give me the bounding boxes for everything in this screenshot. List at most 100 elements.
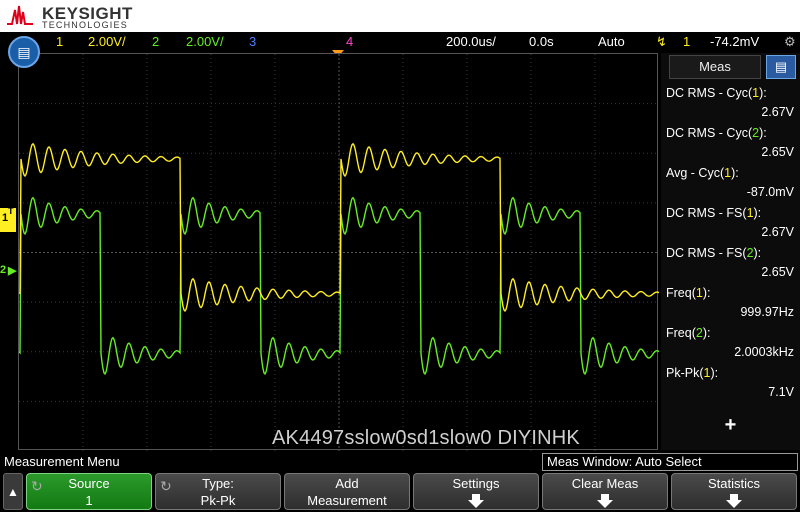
trigger-mode[interactable]: Auto xyxy=(598,34,625,49)
delay[interactable]: 0.0s xyxy=(529,34,554,49)
submenu-arrow-icon xyxy=(597,494,613,508)
meas-label: Freq( xyxy=(666,326,696,340)
meas-label-close: ): xyxy=(702,326,711,340)
trigger-edge-icon: ↯ xyxy=(656,34,667,49)
ch4-number[interactable]: 4 xyxy=(346,34,353,49)
meas-label: DC RMS - FS( xyxy=(666,246,747,260)
ch1-scale[interactable]: 2.00V/ xyxy=(88,34,126,49)
meas-label: DC RMS - Cyc( xyxy=(666,86,753,100)
meas-item[interactable]: Pk-Pk(1): 7.1V xyxy=(661,363,800,403)
ch1-number[interactable]: 1 xyxy=(56,34,63,49)
back-button[interactable]: ▲ xyxy=(3,473,23,510)
meas-name: DC RMS - FS(2): xyxy=(666,246,761,260)
meas-label: Pk-Pk( xyxy=(666,366,704,380)
softkey-value: 1 xyxy=(85,493,93,508)
meas-name: Pk-Pk(1): xyxy=(666,366,718,380)
menu-icon: ▤ xyxy=(17,43,31,60)
meas-name: DC RMS - FS(1): xyxy=(666,206,761,220)
header-bar: KEYSIGHT TECHNOLOGIES xyxy=(0,0,800,32)
meas-label: DC RMS - FS( xyxy=(666,206,747,220)
meas-label-close: ): xyxy=(702,286,711,300)
trigger-level[interactable]: -74.2mV xyxy=(710,34,759,49)
meas-value: -87.0mV xyxy=(746,185,794,199)
meas-source: 2 xyxy=(695,326,703,340)
softkey-value: Pk-Pk xyxy=(200,493,236,508)
softkey-label: Source xyxy=(68,476,110,491)
softkey-label: Clear Meas xyxy=(571,476,639,491)
meas-source: 1 xyxy=(746,206,754,220)
timebase[interactable]: 200.0us/ xyxy=(446,34,496,49)
meas-label-close: ): xyxy=(759,86,767,100)
softkey-clear-meas[interactable]: Clear Meas xyxy=(542,473,668,510)
meas-value: 2.0003kHz xyxy=(734,345,794,359)
softkey-label: Settings xyxy=(452,476,500,491)
softkey-add-measurement[interactable]: Add Measurement xyxy=(284,473,410,510)
ch2-ground-marker[interactable]: 2 ▶ xyxy=(0,262,16,280)
ch2-arrow-icon: ▶ xyxy=(8,265,17,277)
softkey-type[interactable]: ↻ Type: Pk-Pk xyxy=(155,473,281,510)
meas-item[interactable]: Freq(2): 2.0003kHz xyxy=(661,323,800,363)
meas-tab[interactable]: Meas xyxy=(669,55,761,79)
meas-label-close: ): xyxy=(731,166,739,180)
brand-sub: TECHNOLOGIES xyxy=(42,20,128,30)
meas-item[interactable]: DC RMS - Cyc(1): 2.67V xyxy=(661,83,800,123)
ch1-ground-marker[interactable]: 1 T xyxy=(0,206,16,232)
meas-tab-bar: Meas ▤ xyxy=(661,53,800,81)
meas-value: 2.67V xyxy=(761,105,794,119)
trigger-source[interactable]: 1 xyxy=(683,34,690,49)
meas-label-close: ): xyxy=(710,366,719,380)
meas-name: DC RMS - Cyc(2): xyxy=(666,126,767,140)
softkey-value: Measurement xyxy=(307,493,387,508)
meas-item[interactable]: DC RMS - Cyc(2): 2.65V xyxy=(661,123,800,163)
softkey-label: Add xyxy=(335,476,359,491)
meas-item[interactable]: Freq(1): 999.97Hz xyxy=(661,283,800,323)
meas-label-close: ): xyxy=(753,246,762,260)
meas-value: 2.67V xyxy=(761,225,794,239)
meas-item[interactable]: DC RMS - FS(2): 2.65V xyxy=(661,243,800,283)
meas-name: Avg - Cyc(1): xyxy=(666,166,739,180)
keysight-wave-icon xyxy=(7,5,33,25)
meas-value: 2.65V xyxy=(761,145,794,159)
softkey-source[interactable]: ↻ Source 1 xyxy=(26,473,152,510)
softkey-settings[interactable]: Settings xyxy=(413,473,539,510)
meas-name: Freq(2): xyxy=(666,326,710,340)
watermark-text: AK4497sslow0sd1slow0 DIYINHK xyxy=(272,427,580,449)
meas-item[interactable]: Avg - Cyc(1): -87.0mV xyxy=(661,163,800,203)
trigger-level-label: T xyxy=(8,206,14,216)
meas-source: 1 xyxy=(695,286,703,300)
graticule-svg xyxy=(19,54,659,451)
meas-label-close: ): xyxy=(753,206,762,220)
softkey-label: Statistics xyxy=(707,476,760,491)
menu-title: Measurement Menu xyxy=(4,454,120,469)
meas-window-select[interactable]: Meas Window: Auto Select xyxy=(542,453,798,471)
softkey-statistics[interactable]: Statistics xyxy=(671,473,797,510)
submenu-arrow-icon xyxy=(726,494,742,508)
submenu-arrow-icon xyxy=(468,494,484,508)
meas-label: Avg - Cyc( xyxy=(666,166,725,180)
main-menu-button[interactable]: ▤ xyxy=(8,36,40,68)
panel-toggle-icon[interactable]: ▤ xyxy=(766,55,796,79)
meas-value: 2.65V xyxy=(761,265,794,279)
meas-item[interactable]: DC RMS - FS(1): 2.67V xyxy=(661,203,800,243)
keysight-logo: KEYSIGHT TECHNOLOGIES xyxy=(6,2,156,30)
ch2-scale[interactable]: 2.00V/ xyxy=(186,34,224,49)
meas-source: 2 xyxy=(746,246,754,260)
up-arrow-icon: ▲ xyxy=(7,484,19,499)
ch2-marker-label: 2 xyxy=(0,264,7,276)
add-measurement-button[interactable]: + xyxy=(661,405,800,445)
ch2-number[interactable]: 2 xyxy=(152,34,159,49)
settings-icon[interactable]: ⚙ xyxy=(784,34,796,50)
meas-list: DC RMS - Cyc(1): 2.67V DC RMS - Cyc(2): 2.6… xyxy=(661,83,800,403)
meas-label: DC RMS - Cyc( xyxy=(666,126,753,140)
meas-label: Freq( xyxy=(666,286,696,300)
ch3-number[interactable]: 3 xyxy=(249,34,256,49)
waveform-display[interactable] xyxy=(18,53,659,451)
status-bar: 1 2.00V/ 2 2.00V/ 3 4 200.0us/ 0.0s Auto… xyxy=(0,32,800,52)
meas-name: Freq(1): xyxy=(666,286,710,300)
meas-name: DC RMS - Cyc(1): xyxy=(666,86,767,100)
softkey-bar: ▲ ↻ Source 1 ↻ Type: Pk-Pk Add Measureme… xyxy=(0,473,800,512)
meas-value: 999.97Hz xyxy=(740,305,794,319)
meas-value: 7.1V xyxy=(768,385,794,399)
measurement-panel: Meas ▤ DC RMS - Cyc(1): 2.67V DC RMS - Cyc… xyxy=(661,53,800,450)
softkey-label: Type: xyxy=(202,476,234,491)
